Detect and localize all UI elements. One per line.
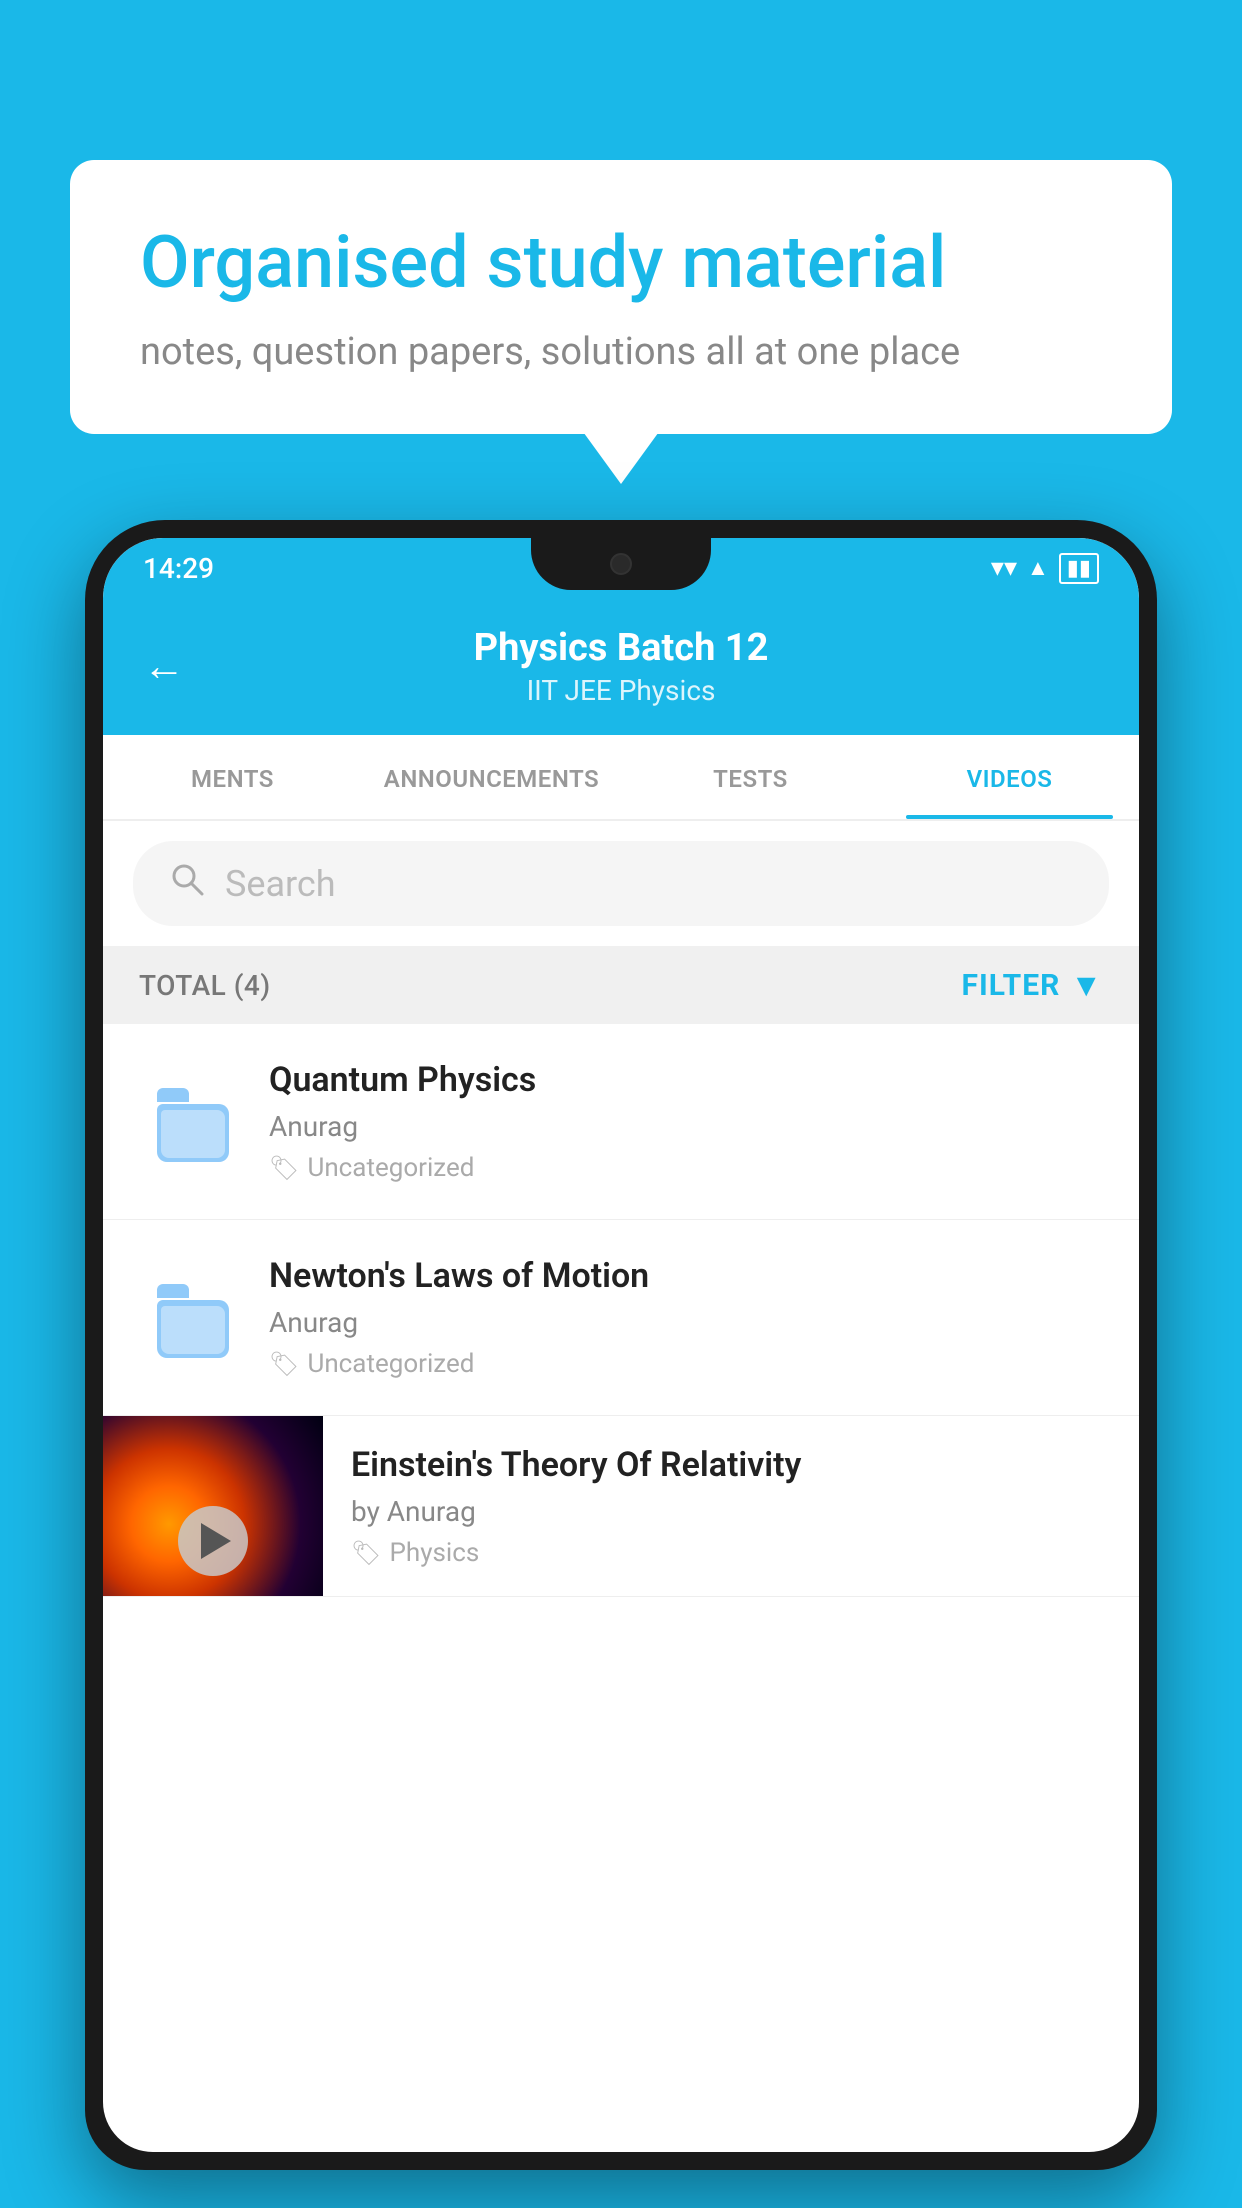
folder-icon [149, 1278, 229, 1358]
tab-announcements[interactable]: ANNOUNCEMENTS [362, 735, 621, 819]
signal-icon: ▲ [1027, 555, 1049, 581]
bubble-title: Organised study material [140, 220, 1102, 306]
total-count: TOTAL (4) [139, 969, 271, 1002]
filter-button[interactable]: FILTER ▼ [962, 966, 1104, 1004]
status-bar: 14:29 ▾▾ ▲ ▮▮ [103, 538, 1139, 598]
screen-inner: 14:29 ▾▾ ▲ ▮▮ ← [103, 538, 1139, 2152]
video-tag: 🏷 Uncategorized [269, 1349, 1103, 1379]
battery-icon: ▮▮ [1059, 553, 1099, 584]
filter-bar: TOTAL (4) FILTER ▼ [103, 946, 1139, 1024]
folder-icon-area [139, 1082, 239, 1162]
list-item[interactable]: Einstein's Theory Of Relativity by Anura… [103, 1416, 1139, 1597]
video-tag: 🏷 Uncategorized [269, 1153, 1103, 1183]
tab-tests[interactable]: TESTS [621, 735, 880, 819]
search-placeholder-text: Search [225, 863, 336, 905]
video-author: by Anurag [351, 1495, 1111, 1528]
status-icons: ▾▾ ▲ ▮▮ [991, 553, 1099, 584]
video-author: Anurag [269, 1110, 1103, 1143]
tag-label: Uncategorized [307, 1153, 474, 1183]
folder-icon [149, 1082, 229, 1162]
search-icon [169, 861, 205, 906]
header-subtitle: IIT JEE Physics [215, 674, 1027, 707]
app-header: ← Physics Batch 12 IIT JEE Physics [103, 598, 1139, 735]
video-info: Einstein's Theory Of Relativity by Anura… [323, 1417, 1139, 1596]
tag-icon: 🏷 [351, 1539, 381, 1567]
tag-label: Uncategorized [307, 1349, 474, 1379]
wifi-icon: ▾▾ [991, 553, 1017, 583]
filter-label: FILTER [962, 968, 1061, 1003]
notch [531, 538, 711, 590]
tag-label: Physics [389, 1538, 479, 1568]
search-bar[interactable]: Search [133, 841, 1109, 926]
folder-icon-area [139, 1278, 239, 1358]
header-title: Physics Batch 12 [215, 626, 1027, 670]
video-author: Anurag [269, 1306, 1103, 1339]
header-title-area: Physics Batch 12 IIT JEE Physics [215, 626, 1027, 707]
video-title: Quantum Physics [269, 1060, 1103, 1100]
tag-icon: 🏷 [269, 1350, 299, 1378]
play-triangle-icon [201, 1523, 231, 1559]
video-thumbnail [103, 1416, 323, 1596]
tabs-bar: MENTS ANNOUNCEMENTS TESTS VIDEOS [103, 735, 1139, 821]
video-tag: 🏷 Physics [351, 1538, 1111, 1568]
status-time: 14:29 [143, 552, 214, 585]
video-info: Newton's Laws of Motion Anurag 🏷 Uncateg… [269, 1256, 1103, 1379]
phone-wrapper: 14:29 ▾▾ ▲ ▮▮ ← [85, 520, 1157, 2208]
camera-dot [610, 553, 632, 575]
speech-bubble-container: Organised study material notes, question… [70, 160, 1172, 434]
search-container: Search [103, 821, 1139, 946]
phone-screen: 14:29 ▾▾ ▲ ▮▮ ← [103, 538, 1139, 2152]
bubble-subtitle: notes, question papers, solutions all at… [140, 330, 1102, 374]
speech-bubble: Organised study material notes, question… [70, 160, 1172, 434]
tab-videos[interactable]: VIDEOS [880, 735, 1139, 819]
video-list: Quantum Physics Anurag 🏷 Uncategorized [103, 1024, 1139, 1597]
filter-funnel-icon: ▼ [1070, 966, 1103, 1004]
video-title: Newton's Laws of Motion [269, 1256, 1103, 1296]
video-info: Quantum Physics Anurag 🏷 Uncategorized [269, 1060, 1103, 1183]
video-title: Einstein's Theory Of Relativity [351, 1445, 1111, 1485]
list-item[interactable]: Newton's Laws of Motion Anurag 🏷 Uncateg… [103, 1220, 1139, 1416]
play-button[interactable] [178, 1506, 248, 1576]
tag-icon: 🏷 [269, 1154, 299, 1182]
phone-frame: 14:29 ▾▾ ▲ ▮▮ ← [85, 520, 1157, 2170]
back-button[interactable]: ← [143, 642, 185, 691]
tab-ments[interactable]: MENTS [103, 735, 362, 819]
list-item[interactable]: Quantum Physics Anurag 🏷 Uncategorized [103, 1024, 1139, 1220]
